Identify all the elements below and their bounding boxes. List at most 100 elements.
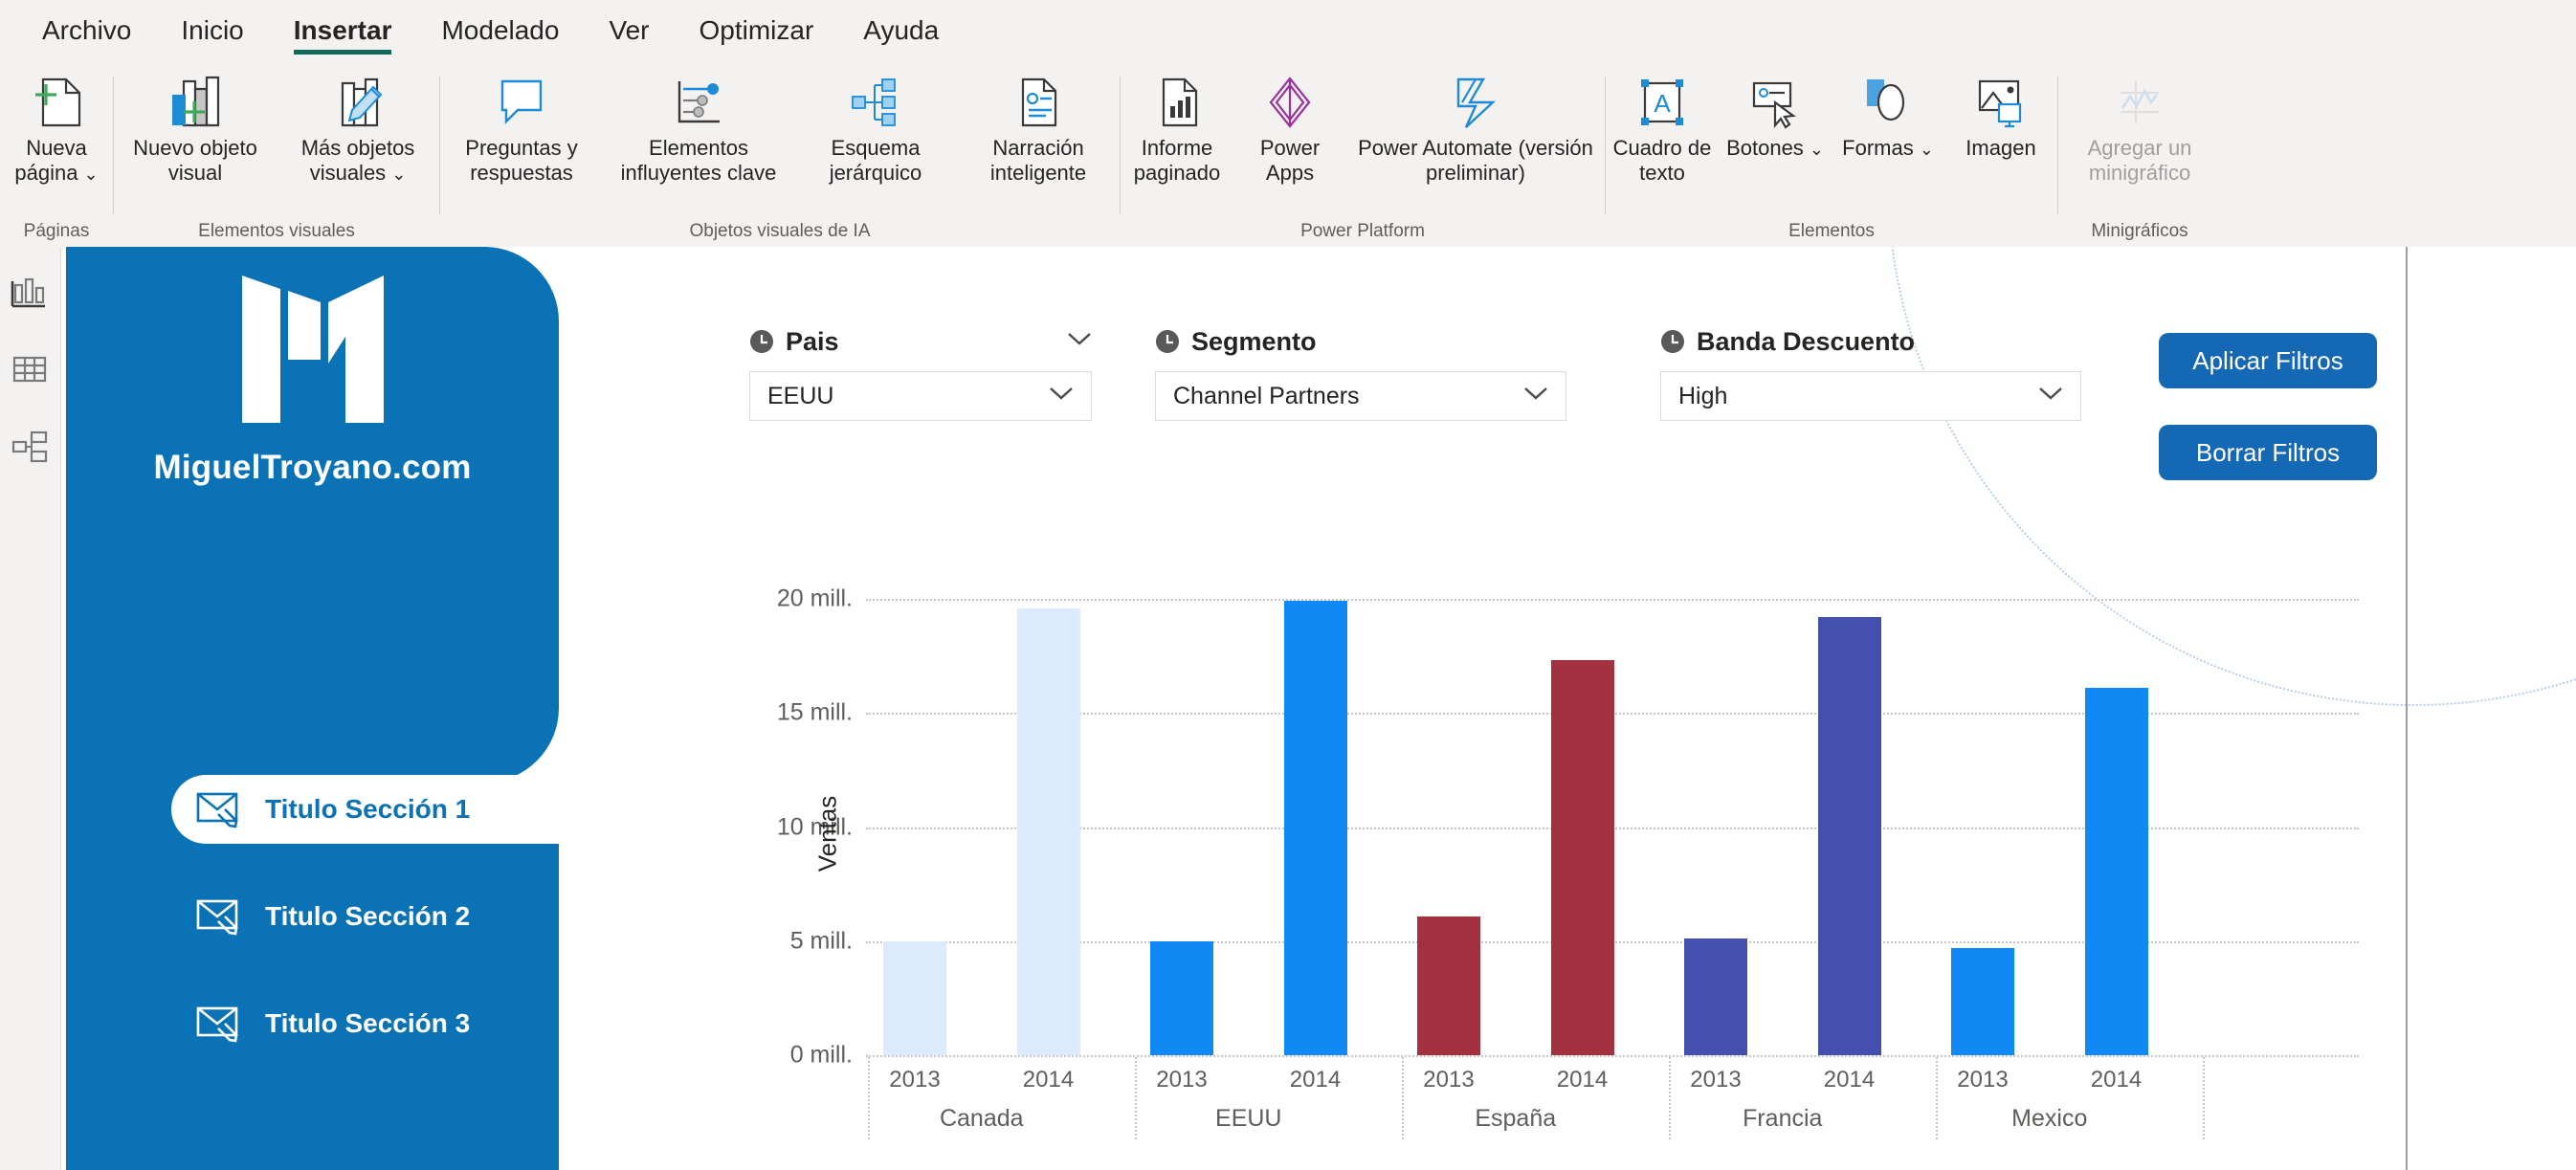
chart-x-group-label: EEUU xyxy=(1215,1105,1282,1132)
slicer-dropdown[interactable]: High xyxy=(1660,371,2081,421)
ribbon-group-label: Páginas xyxy=(23,221,90,241)
ribbon-group-items: Informe paginado Power Apps Power Automa… xyxy=(1121,63,1605,222)
ribbon-command-smart-narrative[interactable]: Narración inteligente xyxy=(957,69,1120,186)
chart-bar[interactable] xyxy=(1951,947,2014,1055)
ribbon-command-sparkline: Agregar un minigráfico xyxy=(2058,69,2221,186)
ribbon-group-items: Agregar un minigráfico xyxy=(2058,63,2221,222)
slicer-selected-value: Channel Partners xyxy=(1173,382,1360,409)
chevron-down-icon[interactable]: ⌄ xyxy=(1920,140,1934,159)
chart-bar[interactable] xyxy=(1817,617,1881,1055)
slicer-banda-descuento: Banda Descuento High xyxy=(1660,325,2081,421)
chart-x-year-label: 2014 xyxy=(1022,1067,1075,1093)
chart-bar[interactable] xyxy=(1283,601,1347,1055)
ribbon-command-more-visuals[interactable]: Más objetos visuales ⌄ xyxy=(277,69,439,187)
model-view-icon[interactable] xyxy=(9,427,53,471)
slicer-header: Banda Descuento xyxy=(1660,325,2081,358)
ribbon-tab-optimizar[interactable]: Optimizar xyxy=(674,1,838,62)
chart-gridline xyxy=(866,1055,2359,1057)
ribbon-command-key-influencers[interactable]: Elementos influyentes clave xyxy=(603,69,794,186)
ribbon-group-items: A Cuadro de texto Botones ⌄ Formas ⌄ Image… xyxy=(1606,63,2057,222)
ribbon-tab-modelado[interactable]: Modelado xyxy=(416,1,584,62)
ribbon-tab-inicio[interactable]: Inicio xyxy=(156,1,268,62)
chart-bar[interactable] xyxy=(1684,938,1747,1055)
ribbon-tab-ayuda[interactable]: Ayuda xyxy=(838,1,964,62)
chart-bar[interactable] xyxy=(1550,660,1614,1055)
clock-icon xyxy=(1155,329,1180,354)
chart-x-year-label: 2013 xyxy=(1156,1067,1208,1093)
ribbon-command-new-visual[interactable]: Nuevo objeto visual xyxy=(114,69,277,186)
m-monogram-logo xyxy=(241,276,384,423)
chart-x-group-label: Mexico xyxy=(2011,1105,2088,1132)
slicer-segmento: Segmento Channel Partners xyxy=(1155,325,1566,421)
text-box-icon: A xyxy=(1633,71,1691,134)
ribbon-group-objetos-visuales-de-ia: Preguntas y respuestas Elementos influye… xyxy=(440,63,1120,247)
ribbon-command-buttons[interactable]: Botones ⌄ xyxy=(1719,69,1832,162)
table-view-icon[interactable] xyxy=(9,348,53,392)
chart-x-year-label: 2013 xyxy=(889,1067,941,1093)
ribbon-command-label: Nuevo objeto visual xyxy=(133,136,257,185)
ribbon-tab-insertar[interactable]: Insertar xyxy=(269,1,417,62)
chart-x-year-label: 2014 xyxy=(2090,1067,2143,1093)
chart-bar[interactable] xyxy=(1016,607,1080,1055)
ribbon-command-image[interactable]: Imagen xyxy=(1944,69,2057,161)
chart-y-tick-label: 15 mill. xyxy=(776,698,853,726)
ribbon-command-text-box[interactable]: A Cuadro de texto xyxy=(1606,69,1719,186)
chart-x-year-label: 2014 xyxy=(1823,1067,1876,1093)
chart-x-group-separator xyxy=(1402,1057,1404,1139)
ribbon-group-minigráficos: Agregar un minigráfico Minigráficos xyxy=(2058,63,2221,247)
chart-x-group-label: España xyxy=(1475,1105,1557,1132)
ribbon-command-power-automate[interactable]: Power Automate (versión preliminar) xyxy=(1346,69,1605,186)
canvas-right-border xyxy=(2406,247,2408,1170)
chart-x-year-label: 2014 xyxy=(1556,1067,1609,1093)
chart-bar[interactable] xyxy=(2084,688,2148,1055)
ribbon-group-label: Power Platform xyxy=(1300,221,1425,241)
chart-bar[interactable] xyxy=(883,940,946,1055)
svg-text:A: A xyxy=(1654,89,1671,118)
slicer-dropdown[interactable]: EEUU xyxy=(749,371,1092,421)
ribbon-command-label: Agregar un minigráfico xyxy=(2087,136,2192,185)
ribbon-command-label: Elementos influyentes clave xyxy=(620,136,777,185)
clear-filters-button[interactable]: Borrar Filtros xyxy=(2159,425,2377,480)
sidebar-item-label: Titulo Sección 3 xyxy=(265,1008,471,1038)
shapes-icon xyxy=(1859,71,1917,134)
slicer-dropdown[interactable]: Channel Partners xyxy=(1155,371,1566,421)
ribbon-command-qna[interactable]: Preguntas y respuestas xyxy=(440,69,603,186)
ribbon-command-label: Esquema jerárquico xyxy=(829,136,922,185)
ribbon-command-new-page[interactable]: Nueva página ⌄ xyxy=(0,69,113,187)
key-influencers-icon xyxy=(670,71,727,134)
report-view-icon[interactable] xyxy=(9,270,53,314)
sidebar-item-1[interactable]: Titulo Sección 1 xyxy=(171,775,559,844)
chevron-down-icon[interactable] xyxy=(1049,385,1074,408)
ribbon-group-label: Elementos xyxy=(1788,221,1875,241)
chevron-down-icon[interactable]: ⌄ xyxy=(391,165,406,184)
ribbon-group-label: Elementos visuales xyxy=(198,221,355,241)
chevron-down-icon[interactable]: ⌄ xyxy=(1810,140,1824,159)
sidebar-item-2[interactable]: Titulo Sección 2 xyxy=(171,882,559,951)
apply-filters-button[interactable]: Aplicar Filtros xyxy=(2159,333,2377,388)
ribbon-command-power-apps[interactable]: Power Apps xyxy=(1233,69,1346,186)
brand-logo-block: MiguelTroyano.com xyxy=(66,268,559,487)
chevron-down-icon[interactable] xyxy=(1523,385,1548,408)
expand-chevron-icon[interactable] xyxy=(1067,330,1092,353)
more-visuals-icon xyxy=(329,71,387,134)
chart-bar[interactable] xyxy=(1417,916,1480,1055)
chevron-down-icon[interactable]: ⌄ xyxy=(83,165,98,184)
new-page-icon xyxy=(28,71,85,134)
chart-x-group-label: Francia xyxy=(1743,1105,1823,1132)
ribbon-tab-archivo[interactable]: Archivo xyxy=(17,1,156,62)
ribbon-command-paginated-report[interactable]: Informe paginado xyxy=(1121,69,1233,186)
power-automate-icon xyxy=(1447,71,1504,134)
clustered-column-chart[interactable]: 0 mill. 5 mill. 10 mill. 15 mill. 20 mill. Ve… xyxy=(777,585,2359,1139)
ribbon-command-shapes[interactable]: Formas ⌄ xyxy=(1832,69,1944,162)
new-visual-icon xyxy=(167,71,224,134)
chart-x-group-separator xyxy=(1936,1057,1938,1139)
chart-x-year-label: 2013 xyxy=(1690,1067,1742,1093)
brand-wordmark: MiguelTroyano.com xyxy=(153,449,472,486)
ribbon-tabstrip: Archivo Inicio Insertar Modelado Ver Optimiza… xyxy=(0,0,2576,63)
chart-bar[interactable] xyxy=(1150,940,1213,1055)
ribbon-command-decomposition-tree[interactable]: Esquema jerárquico xyxy=(794,69,957,186)
sidebar-item-3[interactable]: Titulo Sección 3 xyxy=(171,989,559,1058)
chevron-down-icon[interactable] xyxy=(2038,385,2063,408)
ribbon-tab-ver[interactable]: Ver xyxy=(584,1,674,62)
slicer-title: Banda Descuento xyxy=(1697,326,1916,356)
